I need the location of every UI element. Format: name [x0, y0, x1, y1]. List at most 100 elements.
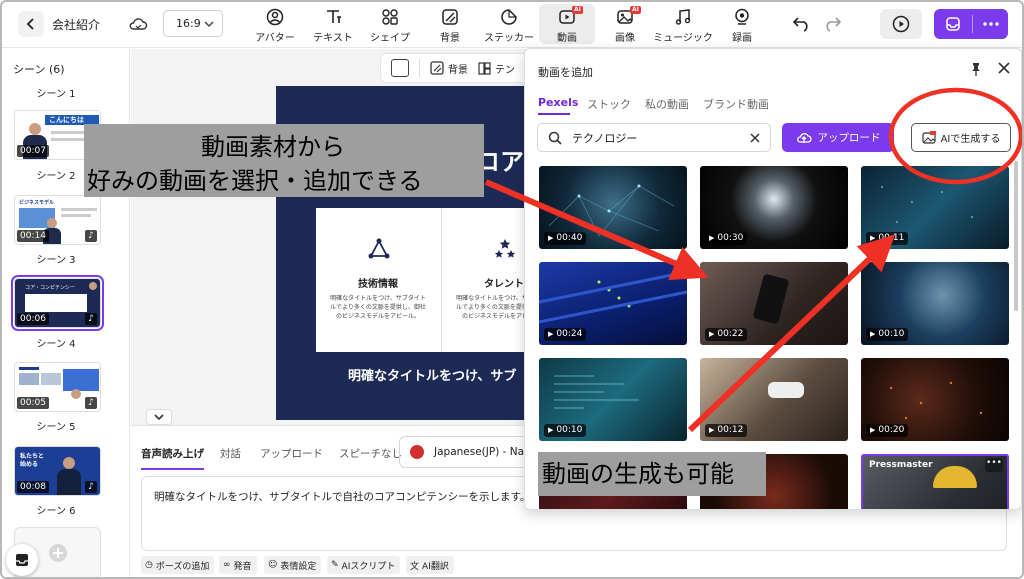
- expression-button[interactable]: ☺ 表情設定: [264, 556, 322, 574]
- ai-generate-button[interactable]: AIで生成する: [911, 123, 1011, 152]
- card-title: タレント: [484, 279, 524, 290]
- scene-duration: 00:06: [17, 313, 49, 325]
- ai-script-button[interactable]: ✎ AIスクリプト: [327, 556, 401, 574]
- video-thumbnail[interactable]: ▶ 00:10: [539, 358, 687, 441]
- avatar-icon: [266, 8, 284, 26]
- video-thumbnail[interactable]: ▶ 00:22: [700, 262, 848, 345]
- video-duration: ▶ 00:24: [544, 328, 587, 341]
- video-thumbnail[interactable]: ▶ 00:20: [861, 358, 1009, 441]
- notification-button[interactable]: [6, 544, 38, 576]
- video-thumbnail[interactable]: ▶ 00:30: [700, 166, 848, 249]
- add-pause-button[interactable]: ◷ ポーズの追加: [141, 556, 215, 574]
- annotation-bottom-text: 動画の生成も可能: [542, 460, 734, 488]
- preview-button[interactable]: [880, 9, 922, 39]
- scrollbar[interactable]: [1014, 161, 1018, 311]
- video-thumbnail[interactable]: ▶ 00:24: [539, 262, 687, 345]
- more-icon[interactable]: •••: [985, 458, 1003, 472]
- more-icon[interactable]: [983, 22, 999, 26]
- video-duration: ▶ 00:10: [544, 424, 587, 437]
- tab-pexels[interactable]: Pexels: [538, 96, 578, 109]
- ai-pen-icon: ✎: [331, 560, 339, 570]
- scene-thumbnail-6[interactable]: 私たちと 始める 00:08 ♪: [14, 446, 101, 496]
- video-duration: ▶ 00:10: [866, 328, 909, 341]
- pronunciation-button[interactable]: ∞ 発音: [219, 556, 257, 574]
- record-icon: [735, 8, 749, 25]
- tool-label: 画像: [615, 33, 635, 44]
- tool-music[interactable]: ミュージック: [652, 4, 714, 44]
- network-triangle-icon: [368, 238, 390, 259]
- japan-flag-icon: [410, 445, 424, 459]
- smile-icon: ☺: [268, 560, 278, 570]
- scene-thumbnail-3[interactable]: ビジネスモデル 00:14 ♪: [14, 195, 101, 245]
- layout-button[interactable]: テン: [495, 61, 515, 76]
- video-duration: ▶ 00:40: [544, 232, 587, 245]
- button-divider: [972, 15, 973, 33]
- back-button[interactable]: [18, 11, 44, 37]
- video-duration: ▶ 00:20: [866, 424, 909, 437]
- tab-stock[interactable]: ストック: [587, 96, 631, 112]
- scene-thumbnail-4[interactable]: コア・コンピテンシー 00:06 ♪: [11, 275, 104, 331]
- button-label: ポーズの追加: [155, 561, 210, 572]
- canvas-toolbar: 背景 テン: [380, 53, 540, 83]
- video-thumbnail[interactable]: ▶ 00:11: [861, 166, 1009, 249]
- scene-thumbnail-5[interactable]: 00:05 ♪: [14, 362, 101, 412]
- tab-brand-videos[interactable]: ブランド動画: [703, 96, 769, 112]
- scene-duration: 00:14: [17, 230, 49, 242]
- stars-icon: [494, 239, 516, 258]
- scene-label[interactable]: シーン 3: [0, 251, 112, 266]
- layout-icon[interactable]: [478, 61, 491, 75]
- tool-label: シェイプ: [370, 33, 410, 44]
- tool-text[interactable]: テキスト: [310, 4, 356, 44]
- tab-upload[interactable]: アップロード: [260, 446, 323, 461]
- background-icon[interactable]: [430, 61, 444, 75]
- voice-select[interactable]: Japanese(JP) - Nao: [399, 436, 539, 468]
- export-button[interactable]: [934, 9, 1008, 39]
- collapse-script-button[interactable]: [146, 409, 172, 425]
- tool-video[interactable]: AI 動画: [539, 4, 595, 44]
- active-tab-indicator: [538, 113, 570, 115]
- upload-button[interactable]: アップロード: [782, 123, 894, 152]
- video-thumbnail[interactable]: ▶ 00:10: [861, 262, 1009, 345]
- slide-card: タレント 明確なタイトルをつけ、サブタイトルでより多くの文脈を提供し、御社のビジ…: [442, 208, 536, 352]
- search-value: テクノロジー: [572, 131, 638, 145]
- video-author: Pressmaster: [869, 460, 933, 470]
- video-thumbnail-selected[interactable]: Pressmaster •••: [861, 454, 1009, 509]
- scene-label[interactable]: シーン 5: [0, 418, 112, 433]
- aspect-ratio-select[interactable]: 16:9: [163, 10, 223, 37]
- tool-shape[interactable]: シェイプ: [367, 4, 413, 44]
- video-thumbnail[interactable]: ▶ 00:12: [700, 358, 848, 441]
- tab-tts[interactable]: 音声読み上げ: [141, 446, 204, 470]
- tool-record[interactable]: 録画: [722, 4, 762, 44]
- background-button[interactable]: 背景: [448, 61, 468, 76]
- play-circle-icon: [892, 15, 910, 33]
- undo-icon[interactable]: [792, 14, 812, 32]
- video-search-input[interactable]: テクノロジー: [537, 123, 771, 152]
- video-duration: ▶ 00:30: [705, 232, 748, 245]
- tool-sticker[interactable]: ステッカー: [481, 4, 537, 44]
- scene-label[interactable]: シーン 1: [0, 85, 112, 100]
- ai-translate-button[interactable]: 文 AI翻訳: [406, 556, 454, 574]
- tool-background[interactable]: 背景: [428, 4, 472, 44]
- clear-icon[interactable]: [750, 132, 760, 143]
- tab-dialogue[interactable]: 対話: [220, 446, 241, 461]
- button-label: AI翻訳: [422, 561, 449, 572]
- scene-label[interactable]: シーン 4: [0, 335, 112, 350]
- scene-label[interactable]: シーン 6: [0, 502, 112, 517]
- tool-avatar[interactable]: アバター: [252, 4, 298, 44]
- pin-icon[interactable]: [969, 62, 983, 76]
- close-icon[interactable]: [997, 61, 1011, 75]
- card-title: 技術情報: [358, 279, 398, 290]
- video-duration: ▶ 00:12: [705, 424, 748, 437]
- add-video-panel: 動画を追加 Pexels ストック 私の動画 ブランド動画 テクノロジー アップ…: [524, 48, 1022, 510]
- tool-label: 動画: [557, 33, 577, 44]
- color-swatch[interactable]: [391, 59, 409, 77]
- tool-image[interactable]: AI 画像: [602, 4, 648, 44]
- button-label: AIスクリプト: [341, 561, 396, 572]
- annotation-line-2: 好みの動画を選択・追加できる: [87, 167, 423, 195]
- redo-icon[interactable]: [822, 14, 842, 32]
- video-thumbnail[interactable]: ▶ 00:40: [539, 166, 687, 249]
- tab-my-videos[interactable]: 私の動画: [645, 96, 689, 112]
- tab-no-speech[interactable]: スピーチなし: [339, 446, 402, 461]
- chevron-down-icon: [154, 413, 164, 420]
- project-title[interactable]: 会社紹介: [52, 16, 100, 33]
